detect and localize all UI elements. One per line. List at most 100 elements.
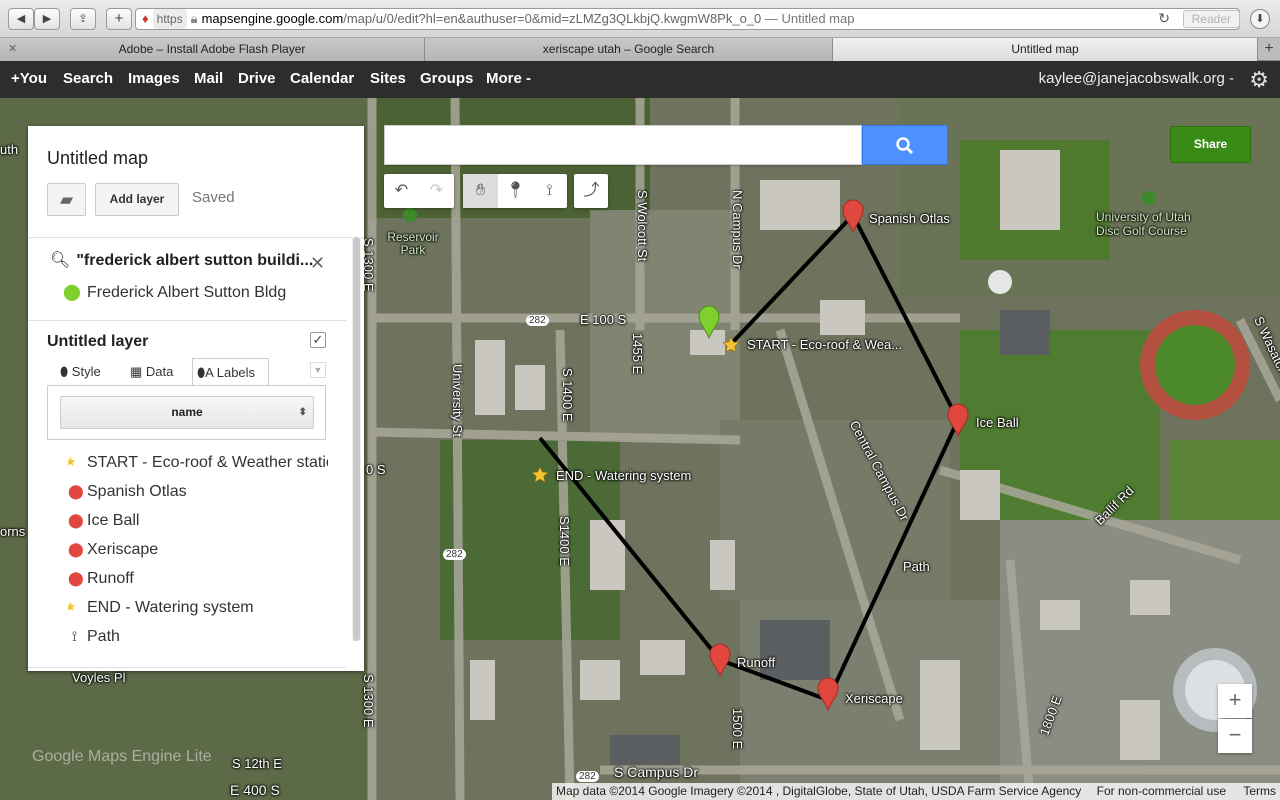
close-tab-icon[interactable]: ✕ — [8, 38, 17, 60]
pan-hand-icon[interactable]: ✋︎ — [463, 174, 498, 208]
feature-item[interactable]: ⟟ Path — [68, 628, 328, 646]
address-bar[interactable]: ♦ https 🔒︎ mapsengine.google.com/map/u/0/ed… — [135, 8, 1240, 30]
map-search-input[interactable] — [384, 125, 862, 165]
directions-icon[interactable]: ⤴ — [574, 174, 609, 208]
street-e400s: E 400 S — [230, 782, 280, 798]
reader-button[interactable]: Reader — [1182, 10, 1240, 28]
lock-icon: 🔒︎ — [190, 11, 198, 26]
feature-label: START - Eco-roof & Weather station — [87, 454, 328, 471]
undo-icon[interactable]: ↶ — [384, 174, 419, 208]
gbar-search[interactable]: Search — [63, 70, 113, 87]
zoom-out-button[interactable]: − — [1218, 719, 1252, 753]
street-s1400e-b: S1400 E — [557, 516, 572, 566]
tab-labels[interactable]: ⬮A Labels — [192, 358, 269, 386]
add-marker-icon[interactable]: 📍︎ — [498, 174, 533, 208]
downloads-icon[interactable]: ⬇ — [1250, 9, 1270, 29]
back-button[interactable]: ◀ — [8, 8, 34, 30]
feature-label: Ice Ball — [87, 512, 140, 529]
feature-item[interactable]: ★ START - Eco-roof & Weather station — [68, 454, 328, 472]
saved-status: Saved — [192, 189, 235, 206]
scrollbar-thumb[interactable] — [353, 237, 360, 641]
gbar-calendar[interactable]: Calendar — [290, 70, 354, 87]
tab-search[interactable]: xeriscape utah – Google Search — [425, 38, 833, 61]
gbar-more[interactable]: More - — [486, 70, 531, 87]
back-arrow-icon: ◀ — [16, 13, 26, 25]
layer-title[interactable]: Untitled layer — [47, 333, 148, 351]
share-page-button[interactable]: ⇪ — [70, 8, 96, 30]
directions-group: ⤴ — [574, 174, 608, 208]
undo-redo-group: ↶ ↷ — [384, 174, 454, 208]
search-icon — [896, 137, 914, 155]
gbar-plus-you[interactable]: +You — [11, 70, 47, 87]
folder-button[interactable]: ▰ — [47, 183, 86, 216]
feature-item[interactable]: ★ END - Watering system — [68, 599, 328, 617]
search-query: "frederick albert sutton buildi... — [76, 252, 314, 269]
plus-icon: + — [114, 10, 124, 27]
zoom-in-button[interactable]: + — [1218, 684, 1252, 718]
google-bar: +You Search Images Mail Drive Calendar S… — [0, 61, 1280, 98]
tab-map[interactable]: Untitled map — [833, 38, 1258, 61]
feature-label: Runoff — [87, 570, 134, 587]
tab-flash[interactable]: ✕ Adobe – Install Adobe Flash Player — [0, 38, 425, 61]
street-edge-0s: 0 S — [366, 462, 386, 477]
tab-title: xeriscape utah – Google Search — [542, 42, 715, 56]
red-pin-icon: ⬤ — [68, 512, 84, 528]
chevron-down-icon[interactable]: ▼ — [310, 362, 326, 378]
street-voyles: Voyles Pl — [72, 670, 126, 685]
street-university: University St — [450, 364, 465, 437]
map-search-button[interactable] — [862, 125, 948, 165]
place-reservoir-park: Reservoir Park — [387, 230, 439, 257]
route-282-b: 282 — [443, 549, 466, 560]
street-s-wolcott: S Wolcott St — [635, 190, 650, 262]
map-title[interactable]: Untitled map — [47, 148, 148, 169]
feature-item[interactable]: ⬤ Xeriscape — [68, 541, 328, 559]
red-pin-icon: ⬤ — [68, 570, 84, 586]
red-pin-icon: ⬤ — [68, 541, 84, 557]
forward-arrow-icon: ▶ — [42, 13, 52, 25]
layer-visibility-checkbox[interactable]: ✓ — [310, 332, 326, 348]
folder-icon: ▰ — [59, 190, 74, 209]
street-e100s: E 100 S — [580, 312, 627, 327]
gbar-sites[interactable]: Sites — [370, 70, 406, 87]
map-attribution: Map data ©2014 Google Imagery ©2014 , Di… — [552, 783, 1280, 800]
park-icon — [403, 208, 417, 222]
tab-data[interactable]: ▦ Data — [126, 358, 186, 386]
terms-link[interactable]: Terms — [1243, 784, 1276, 798]
search-result-item[interactable]: ⬤ Frederick Albert Sutton Bldg — [63, 284, 286, 302]
label-field-select[interactable]: name ⬍ — [60, 396, 314, 429]
label-xeriscape: Xeriscape — [845, 691, 903, 706]
label-field-value: name — [171, 405, 203, 419]
new-tab-button[interactable]: + — [106, 8, 132, 30]
gbar-images[interactable]: Images — [128, 70, 180, 87]
account-menu[interactable]: kaylee@janejacobswalk.org - — [1039, 70, 1234, 87]
url-protocol: https — [152, 9, 187, 29]
add-layer-button[interactable]: Add layer — [95, 183, 179, 216]
feature-item[interactable]: ⬤ Spanish Otlas — [68, 483, 328, 501]
feature-item[interactable]: ⬤ Ice Ball — [68, 512, 328, 530]
map-side-panel: Untitled map ▰ Add layer Saved 🔍︎ "freder… — [28, 126, 364, 671]
label-runoff: Runoff — [737, 655, 776, 670]
gear-icon[interactable]: ⚙ — [1249, 67, 1269, 93]
draw-line-icon[interactable]: ⟟ — [532, 174, 567, 208]
close-icon[interactable]: ✕ — [310, 253, 325, 274]
url-page-title: — Untitled map — [761, 11, 855, 26]
red-pin-icon: ⬤ — [68, 483, 84, 499]
new-tab-plus-icon[interactable]: + — [1258, 38, 1280, 61]
tab-style[interactable]: ⬮ Style — [56, 358, 116, 386]
search-results-header: 🔍︎ "frederick albert sutton buildi... — [50, 250, 313, 270]
gbar-drive[interactable]: Drive — [238, 70, 276, 87]
share-button[interactable]: Share — [1170, 126, 1251, 163]
tab-data-label: Data — [145, 364, 174, 379]
forward-button[interactable]: ▶ — [34, 8, 60, 30]
gbar-mail[interactable]: Mail — [194, 70, 223, 87]
street-s-campus: S Campus Dr — [614, 764, 699, 780]
share-page-icon: ⇪ — [78, 13, 88, 25]
star-icon: ★ — [68, 599, 77, 614]
panel-scrollbar[interactable] — [352, 237, 361, 641]
reload-icon[interactable]: ↻ — [1158, 10, 1170, 27]
search-icon: 🔍︎ — [50, 252, 71, 269]
redo-icon[interactable]: ↷ — [419, 174, 454, 208]
gbar-groups[interactable]: Groups — [420, 70, 473, 87]
site-favicon-icon: ♦ — [142, 11, 149, 26]
feature-item[interactable]: ⬤ Runoff — [68, 570, 328, 588]
